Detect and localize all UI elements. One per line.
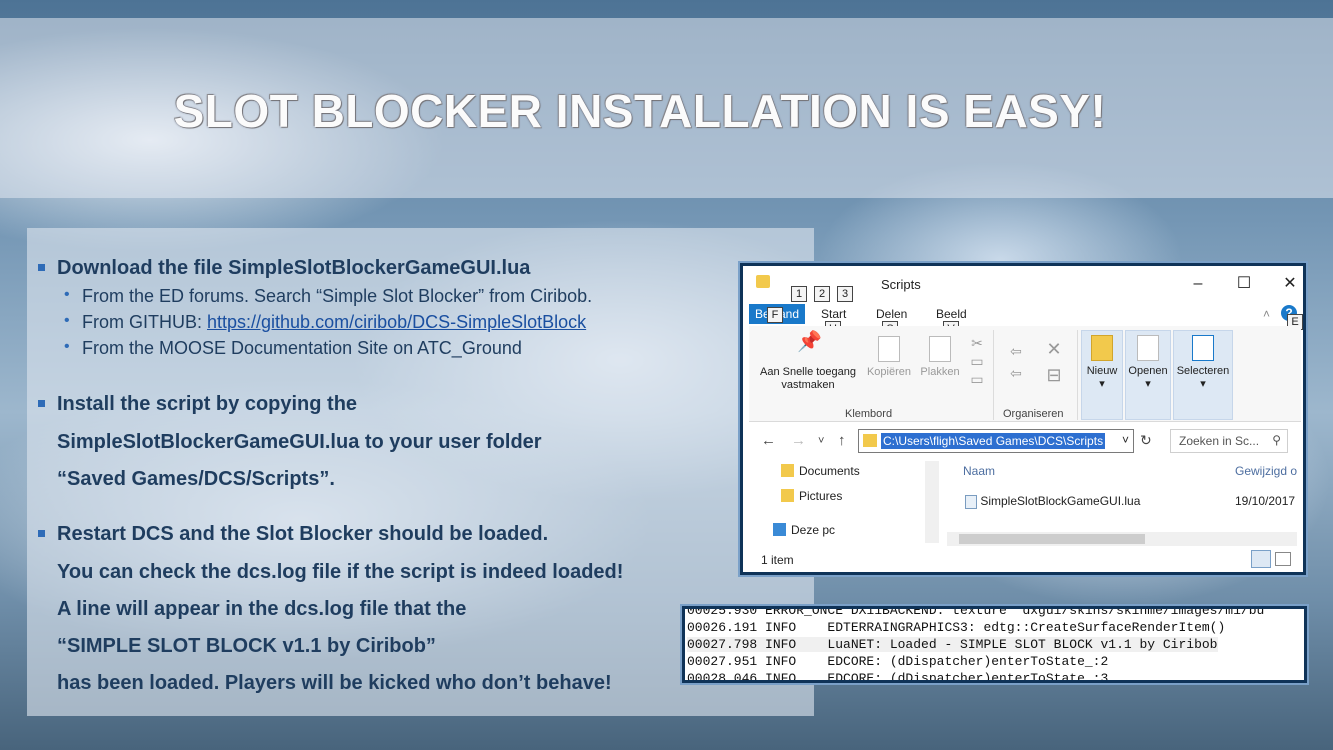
folder-icon [756, 275, 770, 288]
sub-bullet-github: • From GITHUB: https://github.com/ciribo… [64, 312, 587, 332]
ribbon: 📌 Aan Snelle toegang vastmaken Kopiëren … [749, 326, 1301, 422]
navigation-pane: Documents Pictures Deze pc [743, 461, 943, 543]
cut-icon[interactable]: ✂ ▭ ▭ [967, 334, 987, 388]
bullet-marker [38, 530, 45, 537]
sub-bullet-forums: • From the ED forums. Search “Simple Slo… [64, 286, 593, 306]
nav-scrollbar[interactable] [925, 461, 939, 543]
lua-file-icon [965, 494, 977, 509]
restart-line-4: “SIMPLE SLOT BLOCK v1.1 by Ciribob” [57, 635, 436, 657]
chevron-down-icon[interactable]: ˅ [1122, 433, 1129, 447]
log-line: 00027.951 INFO EDCORE: (dDispatcher)ente… [687, 654, 1109, 669]
details-view-icon[interactable] [1251, 550, 1271, 568]
restart-line-5: has been loaded. Players will be kicked … [57, 672, 612, 694]
file-row[interactable]: SimpleSlotBlockGameGUI.lua [965, 494, 1140, 509]
clipboard-group-label: Klembord [845, 408, 893, 420]
restart-line-2: You can check the dcs.log file if the sc… [57, 561, 624, 583]
bullet-install: Install the script by copying the [38, 386, 357, 423]
github-link[interactable]: https://github.com/ciribob/DCS-SimpleSlo… [207, 312, 586, 332]
copy-button[interactable]: Kopiëren [863, 336, 915, 379]
bullet-marker [38, 264, 45, 271]
log-line: 00025.930 ERROR_ONCE DX11BACKEND: textur… [687, 606, 1265, 618]
nav-item-pictures[interactable]: Pictures [781, 489, 842, 503]
bullet-download: Download the file SimpleSlotBlockerGameG… [38, 250, 530, 287]
bullet-dot: • [64, 312, 70, 329]
move-to-icon[interactable]: ⇦ ⇦ [1003, 340, 1029, 384]
minimize-button[interactable]: – [1183, 272, 1213, 296]
copy-icon [878, 336, 900, 362]
sub-bullet-moose: • From the MOOSE Documentation Site on A… [64, 338, 522, 358]
file-date: 19/10/2017 [1235, 494, 1296, 508]
back-icon[interactable]: ← [761, 432, 776, 449]
address-row: ← → ˅ ↑ C:\Users\fligh\Saved Games\DCS\S… [743, 426, 1303, 456]
tab-share[interactable]: Delen [876, 307, 907, 321]
maximize-button[interactable]: ☐ [1229, 272, 1259, 296]
new-folder-icon [1091, 335, 1113, 361]
log-line-highlight: 00027.798 INFO LuaNET: Loaded - SIMPLE S… [687, 637, 1218, 652]
pin-icon: 📌 [797, 331, 822, 353]
paste-icon [929, 336, 951, 362]
computer-icon [773, 523, 786, 536]
collapse-ribbon-icon[interactable]: ˄ [1263, 307, 1270, 321]
scrollbar-thumb[interactable] [959, 534, 1145, 544]
delete-icon[interactable]: ✕ ⊟ [1037, 336, 1071, 388]
window-title: Scripts [881, 277, 921, 292]
slide-title: SLOT BLOCKER INSTALLATION IS EASY! [173, 85, 1107, 137]
file-explorer-window: 1 2 3 Scripts – ☐ ✕ Bestand F Start H De… [740, 263, 1306, 575]
ribbon-separator [1077, 330, 1078, 420]
log-line: 00028.046 INFO EDCORE: (dDispatcher)ente… [687, 671, 1109, 683]
dcs-log-excerpt: 00025.930 ERROR_ONCE DX11BACKEND: textur… [682, 606, 1307, 683]
recent-icon[interactable]: ˅ [818, 435, 824, 447]
select-button[interactable]: Selecteren ▾ [1173, 330, 1233, 420]
refresh-icon[interactable]: ↻ [1140, 432, 1152, 449]
tab-view[interactable]: Beeld [936, 307, 967, 321]
folder-icon [863, 434, 877, 447]
open-button[interactable]: Openen ▾ [1125, 330, 1171, 420]
select-icon [1192, 335, 1214, 361]
address-bar[interactable]: C:\Users\fligh\Saved Games\DCS\Scripts ˅ [858, 429, 1134, 453]
horizontal-scrollbar[interactable] [947, 532, 1297, 546]
tiles-view-icon[interactable] [1275, 552, 1291, 566]
tab-start[interactable]: Start [821, 307, 846, 321]
nav-item-this-pc[interactable]: Deze pc [773, 523, 835, 537]
column-name[interactable]: Naam [963, 464, 995, 478]
bullet-dot: • [64, 286, 70, 303]
address-path: C:\Users\fligh\Saved Games\DCS\Scripts [881, 433, 1106, 449]
paste-button[interactable]: Plakken [915, 336, 965, 379]
pin-quick-access-button[interactable]: 📌 Aan Snelle toegang vastmaken [753, 331, 863, 392]
close-button[interactable]: ✕ [1275, 272, 1305, 296]
pictures-icon [781, 489, 794, 502]
up-icon[interactable]: ↑ [838, 432, 846, 449]
keytip-3: 3 [837, 286, 853, 302]
install-line-3: “Saved Games/DCS/Scripts”. [57, 468, 335, 490]
search-input[interactable]: Zoeken in Sc... ⚲ [1170, 429, 1288, 453]
file-list: Naam Gewijzigd o SimpleSlotBlockGameGUI.… [947, 456, 1299, 548]
keytip-2: 2 [814, 286, 830, 302]
keytip-1: 1 [791, 286, 807, 302]
ribbon-tabs: Bestand F Start H Delen S Beeld V ˄ ? E [743, 302, 1303, 337]
bullet-dot: • [64, 338, 70, 355]
keytip-file: F [767, 307, 783, 323]
open-icon [1137, 335, 1159, 361]
restart-line-3: A line will appear in the dcs.log file t… [57, 598, 467, 620]
organize-group-label: Organiseren [1003, 408, 1064, 420]
documents-icon [781, 464, 794, 477]
nav-item-documents[interactable]: Documents [781, 464, 860, 478]
ribbon-separator [993, 330, 994, 420]
install-line-2: SimpleSlotBlockerGameGUI.lua to your use… [57, 431, 542, 453]
bullet-restart: Restart DCS and the Slot Blocker should … [38, 516, 548, 553]
new-button[interactable]: Nieuw ▾ [1081, 330, 1123, 420]
forward-icon[interactable]: → [791, 432, 806, 449]
bullet-marker [38, 400, 45, 407]
column-modified[interactable]: Gewijzigd o [1235, 464, 1297, 478]
explorer-titlebar: 1 2 3 Scripts – ☐ ✕ [743, 266, 1303, 302]
search-icon: ⚲ [1272, 433, 1281, 447]
log-line: 00026.191 INFO EDTERRAINGRAPHICS3: edtg:… [687, 620, 1226, 635]
status-bar-count: 1 item [761, 553, 794, 567]
